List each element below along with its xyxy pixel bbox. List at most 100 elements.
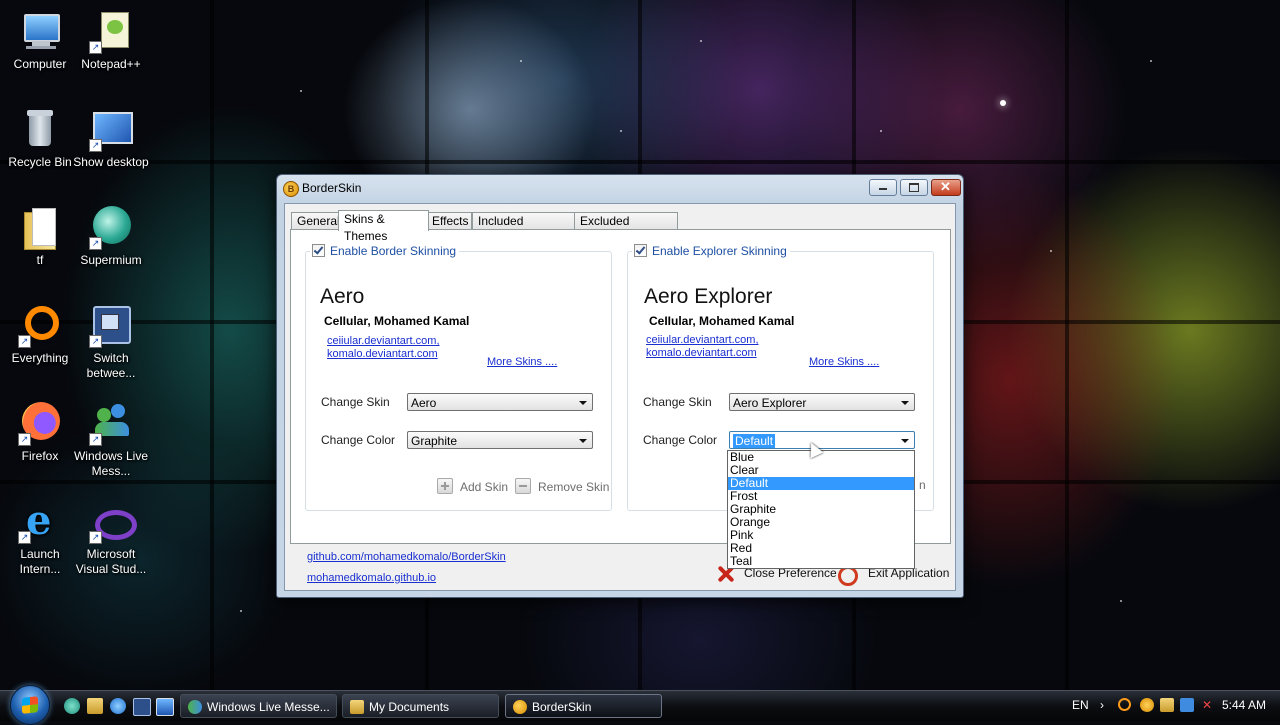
add-skin-button[interactable]: Add Skin xyxy=(437,478,508,494)
remove-icon xyxy=(515,478,531,494)
github-link[interactable]: github.com/mohamedkomalo/BorderSkin xyxy=(307,551,506,563)
maximize-icon xyxy=(909,183,919,192)
shortcut-arrow-icon: ↗ xyxy=(89,41,102,54)
desktop-icon-switch-between[interactable]: ↗ Switch betwee... xyxy=(71,304,151,381)
border-change-color-label: Change Color xyxy=(321,433,396,447)
desktop-quicklaunch-icon[interactable] xyxy=(156,698,174,716)
shortcut-arrow-icon: ↗ xyxy=(89,433,102,446)
everything-search-icon: ↗ xyxy=(18,304,62,348)
search-tray-icon[interactable] xyxy=(1118,698,1131,711)
website-link[interactable]: mohamedkomalo.github.io xyxy=(307,572,436,584)
exit-application-icon xyxy=(838,566,858,586)
taskbar-button-my-documents[interactable]: My Documents xyxy=(342,694,499,718)
folder-icon xyxy=(18,206,62,250)
show-desktop-quicklaunch-icon[interactable] xyxy=(64,698,80,714)
explorer-skin-name: Aero Explorer xyxy=(644,285,773,308)
explorer-skin-author: CeIIular, Mohamed Kamal xyxy=(649,314,795,328)
explorer-more-skins-link[interactable]: More Skins .... xyxy=(809,355,879,369)
explorer-change-skin-label: Change Skin xyxy=(643,395,712,409)
explorer-author-link-2[interactable]: komalo.deviantart.com xyxy=(646,346,757,360)
notepad-plus-plus-icon: ↗ xyxy=(89,10,133,54)
shortcut-arrow-icon: ↗ xyxy=(89,237,102,250)
network-tray-icon[interactable] xyxy=(1180,698,1194,712)
folder-quicklaunch-icon[interactable] xyxy=(87,698,103,714)
enable-explorer-skinning-checkbox[interactable]: Enable Explorer Skinning xyxy=(632,243,790,259)
close-button[interactable]: ✕ xyxy=(931,179,961,196)
taskbar-button-borderskin[interactable]: BorderSkin xyxy=(505,694,662,718)
shortcut-arrow-icon: ↗ xyxy=(89,531,102,544)
desktop-icon-everything[interactable]: ↗ Everything xyxy=(0,304,80,366)
taskbar: Windows Live Messe... My Documents Borde… xyxy=(0,685,1280,725)
language-indicator[interactable]: EN xyxy=(1072,698,1089,712)
tray-expand-icon[interactable]: › xyxy=(1100,698,1104,712)
desktop-icon-tf[interactable]: tf xyxy=(0,206,80,268)
chevron-down-icon xyxy=(579,439,587,443)
volume-muted-tray-icon[interactable]: ✕ xyxy=(1200,698,1214,712)
chevron-down-icon xyxy=(901,439,909,443)
computer-icon xyxy=(18,10,62,54)
tab-included-windows[interactable]: Included Windows xyxy=(472,212,575,245)
enable-border-skinning-checkbox[interactable]: Enable Border Skinning xyxy=(310,243,460,259)
desktop-icon-firefox[interactable]: ↗ Firefox xyxy=(0,402,80,464)
app-tray-icon[interactable] xyxy=(1140,698,1154,712)
taskbar-button-messenger[interactable]: Windows Live Messe... xyxy=(180,694,337,718)
explorer-author-link-1[interactable]: ceiiular.deviantart.com, xyxy=(646,333,759,347)
color-option[interactable]: Pink xyxy=(728,529,914,542)
firefox-icon: ↗ xyxy=(18,402,62,446)
tab-general[interactable]: General xyxy=(291,212,341,230)
color-option[interactable]: Orange xyxy=(728,516,914,529)
color-option[interactable]: Teal xyxy=(728,555,914,568)
chevron-down-icon xyxy=(579,401,587,405)
internet-explorer-icon: e ↗ xyxy=(18,500,62,544)
color-option[interactable]: Red xyxy=(728,542,914,555)
tab-skins-themes[interactable]: Skins & Themes xyxy=(338,210,429,243)
internet-explorer-quicklaunch-icon[interactable] xyxy=(110,698,126,714)
switch-windows-icon: ↗ xyxy=(89,304,133,348)
border-author-link-2[interactable]: komalo.deviantart.com xyxy=(327,347,438,361)
border-change-skin-combo[interactable]: Aero xyxy=(407,393,593,411)
border-change-skin-label: Change Skin xyxy=(321,395,390,409)
messenger-icon: ↗ xyxy=(89,402,133,446)
shortcut-arrow-icon: ↗ xyxy=(18,433,31,446)
desktop-icon-show-desktop[interactable]: ↗ Show desktop xyxy=(71,108,151,170)
explorer-color-dropdown-list[interactable]: Blue Clear Default Frost Graphite Orange Pink R… xyxy=(727,450,915,569)
desktop-icon-computer[interactable]: Computer xyxy=(0,10,80,72)
add-icon xyxy=(437,478,453,494)
shortcut-arrow-icon: ↗ xyxy=(18,335,31,348)
desktop-icon-notepadpp[interactable]: ↗ Notepad++ xyxy=(71,10,151,72)
documents-folder-icon xyxy=(350,700,364,714)
shortcut-arrow-icon: ↗ xyxy=(89,335,102,348)
desktop-icon-recycle-bin[interactable]: Recycle Bin xyxy=(0,108,80,170)
clock[interactable]: 5:44 AM xyxy=(1222,698,1266,712)
tab-excluded-windows[interactable]: Excluded Windows xyxy=(574,212,678,245)
border-skinning-group: Enable Border Skinning Aero CeIIular, Mo… xyxy=(305,243,612,511)
folder-tray-icon[interactable] xyxy=(1160,698,1174,712)
window-title: BorderSkin xyxy=(302,181,362,195)
border-change-color-combo[interactable]: Graphite xyxy=(407,431,593,449)
title-bar[interactable]: B BorderSkin ✕ xyxy=(277,175,963,201)
minimize-icon xyxy=(879,188,887,190)
messenger-icon xyxy=(188,700,202,714)
start-button[interactable] xyxy=(10,685,50,725)
border-more-skins-link[interactable]: More Skins .... xyxy=(487,355,557,369)
visual-studio-icon: ↗ xyxy=(89,500,137,544)
minimize-button[interactable] xyxy=(869,179,897,196)
desktop-icon-visual-studio[interactable]: ↗ Microsoft Visual Stud... xyxy=(71,500,151,577)
desktop-icon-supermium[interactable]: ↗ Supermium xyxy=(71,206,151,268)
remove-skin-button[interactable]: Remove Skin xyxy=(515,478,609,494)
desktop-icon-windows-live-messenger[interactable]: ↗ Windows Live Mess... xyxy=(71,402,151,479)
checkbox-checked-icon xyxy=(312,244,325,257)
desktop-icon-internet-explorer[interactable]: e ↗ Launch Intern... xyxy=(0,500,80,577)
explorer-change-color-label: Change Color xyxy=(643,433,718,447)
supermium-icon: ↗ xyxy=(89,206,133,250)
explorer-change-color-combo[interactable]: Default xyxy=(729,431,915,449)
maximize-button[interactable] xyxy=(900,179,928,196)
switch-windows-quicklaunch-icon[interactable] xyxy=(133,698,151,716)
checkbox-checked-icon xyxy=(634,244,647,257)
explorer-hidden-action-tail: n xyxy=(919,478,926,492)
border-skin-author: CeIIular, Mohamed Kamal xyxy=(324,314,470,328)
show-desktop-icon: ↗ xyxy=(89,108,133,152)
border-author-link-1[interactable]: ceiiular.deviantart.com, xyxy=(327,334,440,348)
explorer-change-skin-combo[interactable]: Aero Explorer xyxy=(729,393,915,411)
tab-effects[interactable]: Effects xyxy=(426,212,472,230)
